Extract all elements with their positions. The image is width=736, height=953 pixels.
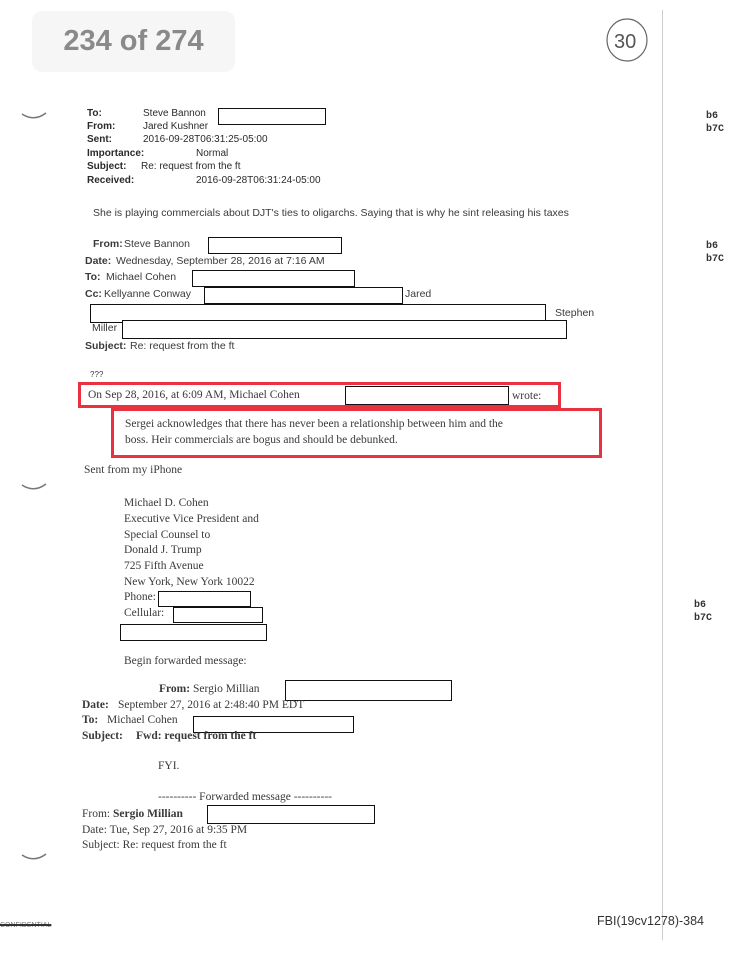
redaction-box <box>192 270 355 287</box>
message-body: She is playing commercials about DJT's t… <box>93 207 569 219</box>
redaction-box <box>120 624 267 641</box>
redaction-box <box>173 607 263 623</box>
binder-mark <box>21 483 47 490</box>
redaction-box <box>158 591 251 607</box>
redaction-box <box>208 237 342 254</box>
classification-marking: CONFIDENTIAL <box>0 922 52 929</box>
bates-number: FBI(19cv1278)-384 <box>597 914 705 928</box>
circled-page-mark: 30 <box>606 18 648 62</box>
scan-edge-line <box>662 10 663 940</box>
redaction-box <box>207 805 375 824</box>
binder-mark <box>21 853 47 860</box>
page-indicator: 234 of 274 <box>32 11 235 72</box>
forward-intro: Begin forwarded message: <box>124 655 247 667</box>
redaction-box <box>122 320 567 339</box>
redaction-box <box>345 386 509 405</box>
redaction-box <box>285 680 452 701</box>
exemption-codes: b6 b7C <box>706 241 725 265</box>
redaction-box <box>204 287 403 304</box>
exemption-codes: b6 b7C <box>694 600 713 624</box>
page-mark-text: 30 <box>614 31 636 53</box>
sent-from: Sent from my iPhone <box>84 464 183 476</box>
redaction-box <box>218 108 326 125</box>
binder-mark <box>21 112 47 119</box>
exemption-codes: b6 b7C <box>706 111 725 135</box>
highlight-box <box>111 408 602 458</box>
